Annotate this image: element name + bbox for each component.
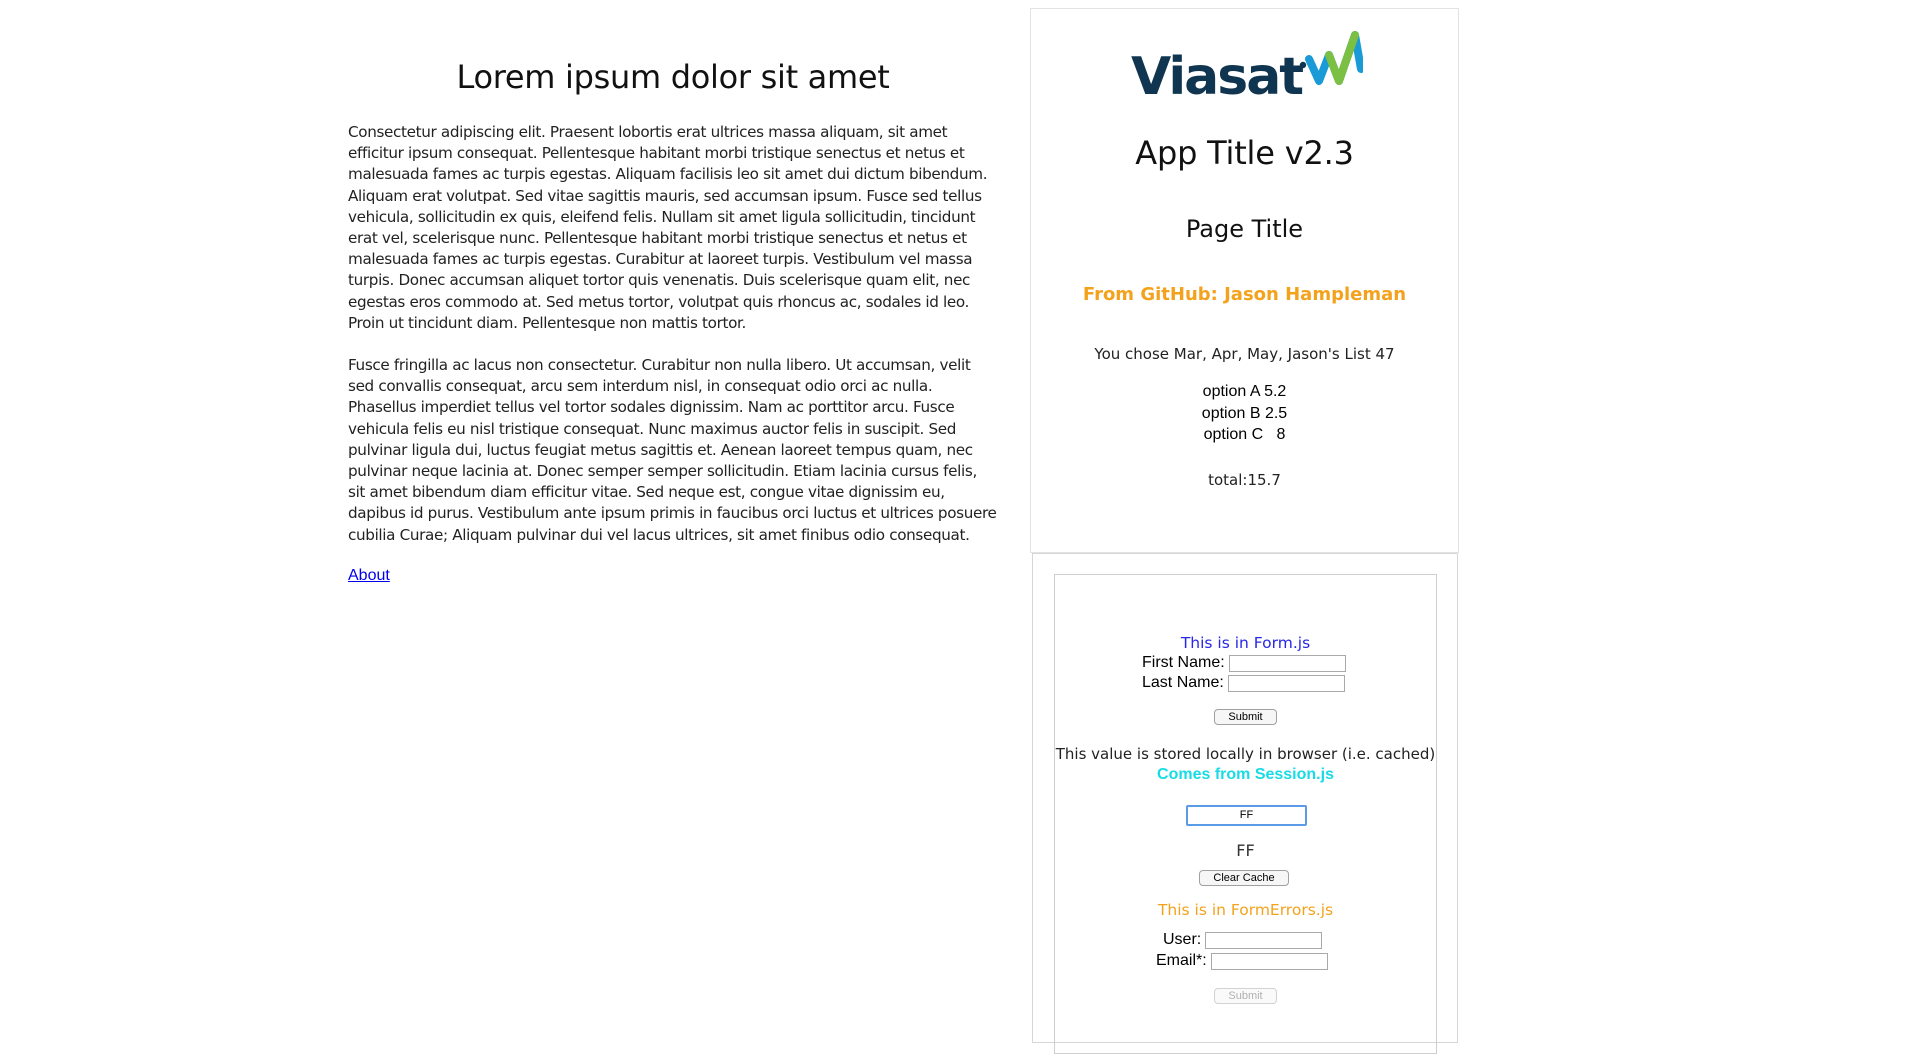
viasat-logo: Viasat ™ — [1131, 31, 1363, 107]
main-content: Lorem ipsum dolor sit amet Consectetur a… — [348, 58, 998, 585]
total-text: total:15.7 — [1208, 471, 1281, 489]
cache-description: This value is stored locally in browser … — [1055, 745, 1436, 763]
form-container: This is in Form.js First Name: Last Name… — [1054, 574, 1437, 1054]
email-label: Email*: — [1156, 952, 1207, 969]
option-list: option A 5.2 option B 2.5 option C 8 — [1031, 381, 1458, 446]
form-panel: This is in Form.js First Name: Last Name… — [1032, 553, 1458, 1054]
cache-input[interactable]: FF — [1186, 805, 1307, 826]
main-heading: Lorem ipsum dolor sit amet — [456, 58, 890, 96]
first-name-row: First Name: — [1142, 653, 1346, 673]
logo-wordmark: Viasat — [1131, 47, 1303, 107]
clear-cache-button[interactable]: Clear Cache — [1199, 870, 1289, 886]
form-title: This is in Form.js — [1180, 634, 1311, 652]
option-item: option A 5.2 — [1202, 383, 1287, 400]
page-title: Page Title — [1185, 215, 1304, 243]
email-input[interactable] — [1210, 952, 1328, 970]
user-row: User: — [1163, 930, 1323, 950]
option-item: option B 2.5 — [1201, 404, 1288, 422]
cached-value-display: FF — [1236, 841, 1255, 860]
github-attribution: From GitHub: Jason Hampleman — [1082, 284, 1407, 305]
user-label: User: — [1163, 931, 1202, 948]
form-errors-title: This is in FormErrors.js — [1157, 901, 1334, 919]
submit-button[interactable]: Submit — [1214, 709, 1277, 725]
user-input[interactable] — [1205, 931, 1323, 949]
email-row: Email*: — [1156, 951, 1328, 971]
logo-trademark: ™ — [1295, 91, 1302, 99]
first-name-label: First Name: — [1142, 654, 1225, 671]
form-errors-submit-button[interactable]: Submit — [1214, 988, 1277, 1004]
session-source-text: Comes from Session.js — [1157, 766, 1334, 783]
last-name-input[interactable] — [1227, 674, 1345, 692]
last-name-row: Last Name: — [1142, 673, 1345, 693]
app-info-panel: Viasat ™ App Title v2.3 Page Title From … — [1030, 8, 1459, 553]
about-link[interactable]: About — [348, 567, 390, 585]
first-name-input[interactable] — [1228, 654, 1346, 672]
last-name-label: Last Name: — [1142, 674, 1224, 691]
app-title: App Title v2.3 — [1135, 134, 1354, 172]
paragraph-1: Consectetur adipiscing elit. Praesent lo… — [348, 123, 988, 332]
paragraph-2: Fusce fringilla ac lacus non consectetur… — [348, 356, 997, 544]
chosen-items-text: You chose Mar, Apr, May, Jason's List 47 — [1094, 345, 1395, 363]
option-item: option C 8 — [1203, 426, 1286, 443]
